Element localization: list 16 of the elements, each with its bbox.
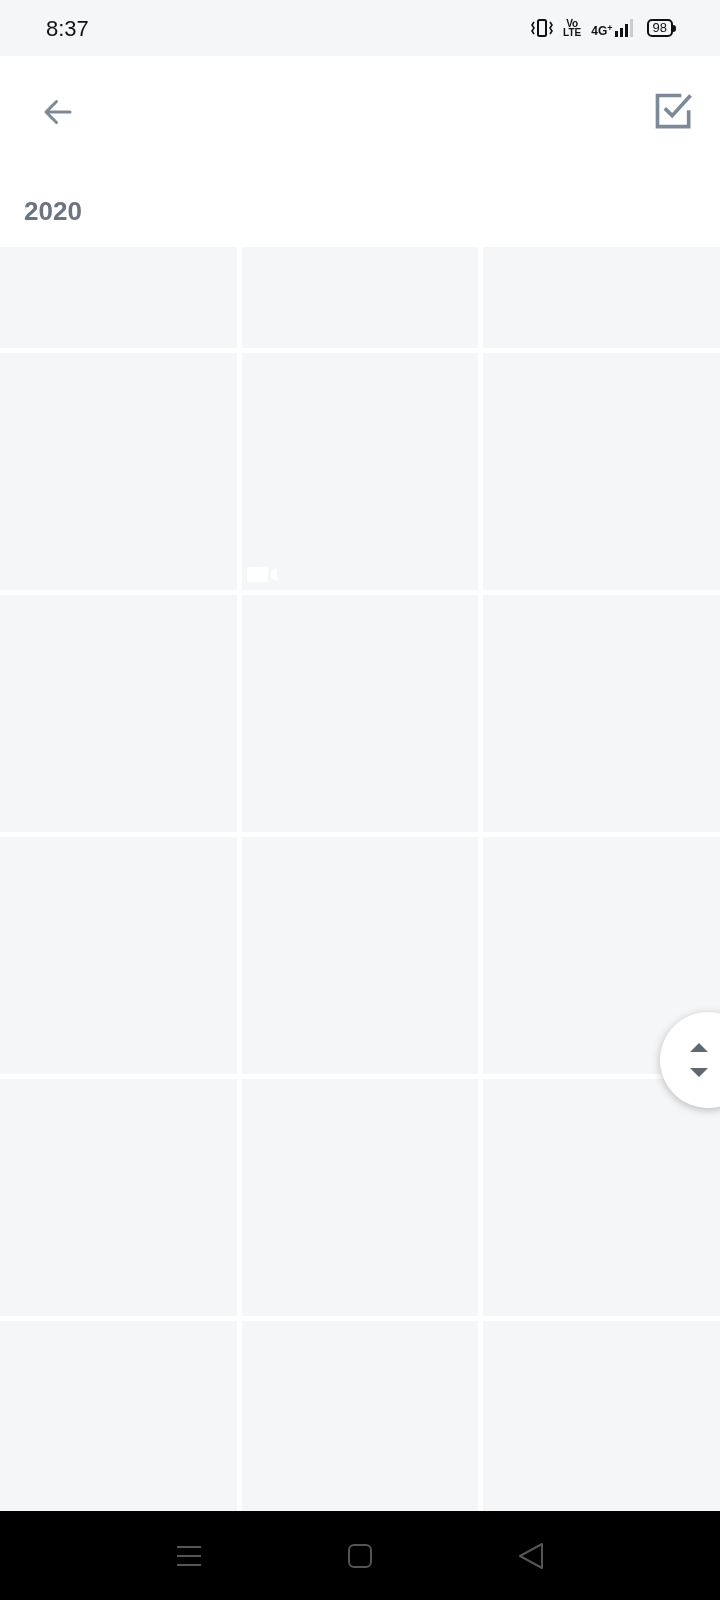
signal-icon <box>614 19 633 37</box>
thumbnail-placeholder[interactable] <box>483 1079 720 1316</box>
home-icon[interactable] <box>347 1542 373 1569</box>
year-heading: 2020 <box>24 195 82 228</box>
thumbnail-placeholder[interactable] <box>483 1321 720 1511</box>
thumbnail-placeholder[interactable] <box>241 1321 479 1511</box>
battery-indicator: 98 <box>646 19 676 37</box>
network-type: 4G$^{+}$ <box>591 25 613 37</box>
up-down-arrows-icon <box>688 1040 710 1080</box>
vibrate-icon <box>531 18 554 38</box>
thumbnail-placeholder[interactable] <box>483 837 720 1074</box>
clock-time: 8:37 <box>46 14 89 43</box>
back-icon[interactable] <box>518 1541 544 1570</box>
thumbnail-placeholder[interactable] <box>0 1321 237 1511</box>
menu-icon[interactable] <box>176 1543 202 1568</box>
volte-indicator: Vo LTE <box>563 19 582 37</box>
